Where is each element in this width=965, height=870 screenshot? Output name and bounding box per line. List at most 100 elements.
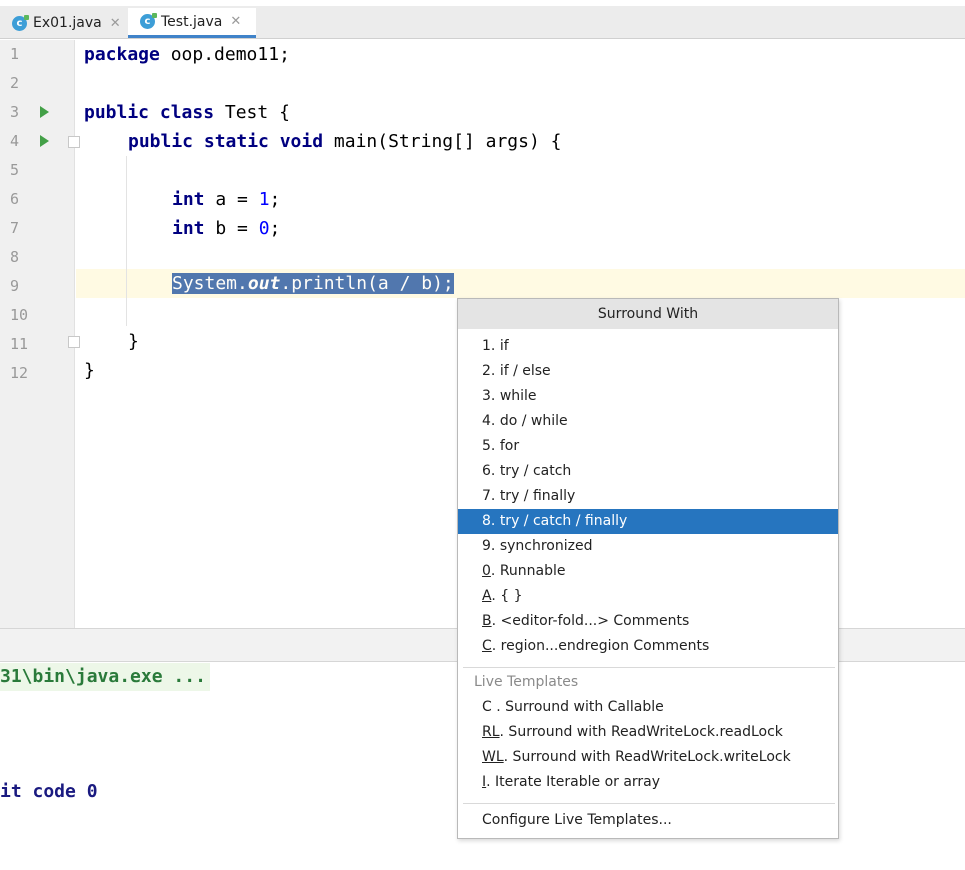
code-text: .println(a / b); [280, 273, 454, 294]
item-key: C [482, 699, 492, 715]
item-label: . Surround with Callable [491, 699, 664, 715]
code-line-7: int b = 0; [172, 214, 280, 243]
code-text: b = [204, 218, 259, 239]
popup-item-if-else[interactable]: 2. if / else [458, 359, 838, 384]
popup-item-callable[interactable]: C . Surround with Callable [458, 695, 838, 720]
keyword: package [84, 44, 160, 65]
java-class-icon: c [12, 14, 29, 31]
surround-with-popup: Surround With 1. if 2. if / else 3. whil… [457, 298, 839, 839]
item-key: 9 [482, 538, 491, 554]
item-key: 0 [482, 563, 491, 579]
tab-label: Test.java [161, 13, 223, 30]
item-label: . <editor-fold...> Comments [491, 613, 690, 629]
item-label: . region...endregion Comments [491, 638, 710, 654]
line-number: 10 [10, 306, 29, 324]
tab-test[interactable]: c Test.java ✕ [128, 8, 256, 38]
number-literal: 0 [258, 218, 270, 239]
item-key: 6 [482, 463, 491, 479]
keyword: int [172, 189, 205, 210]
popup-separator [463, 803, 835, 804]
fold-icon[interactable] [68, 136, 80, 148]
tab-label: Ex01.java [33, 15, 102, 31]
item-key: 7 [482, 488, 491, 504]
indent-guide [126, 156, 127, 326]
line-number: 12 [10, 364, 29, 382]
item-label: . Surround with ReadWriteLock.readLock [499, 724, 783, 740]
item-key: 2 [482, 363, 491, 379]
popup-item-readlock[interactable]: RL. Surround with ReadWriteLock.readLock [458, 720, 838, 745]
popup-item-synchronized[interactable]: 9. synchronized [458, 534, 838, 559]
popup-item-region[interactable]: C. region...endregion Comments [458, 634, 838, 659]
popup-item-try-finally[interactable]: 7. try / finally [458, 484, 838, 509]
line-number: 2 [10, 74, 20, 92]
code-text: System. [172, 273, 248, 294]
fold-icon[interactable] [68, 336, 80, 348]
configure-live-templates[interactable]: Configure Live Templates... [458, 808, 838, 833]
item-key: A [482, 588, 492, 604]
popup-item-writelock[interactable]: WL. Surround with ReadWriteLock.writeLoc… [458, 745, 838, 770]
editor-tab-bar: c Ex01.java ✕ c Test.java ✕ [0, 6, 965, 39]
item-key: 4 [482, 413, 491, 429]
keyword: public class [84, 102, 215, 123]
close-icon[interactable]: ✕ [110, 16, 121, 31]
line-number: 5 [10, 161, 20, 179]
popup-item-runnable[interactable]: 0. Runnable [458, 559, 838, 584]
close-icon[interactable]: ✕ [230, 14, 241, 29]
item-label: . do / while [490, 413, 568, 429]
code-text: main(String[] args) { [323, 131, 562, 152]
code-line-3: public class Test { [84, 98, 290, 127]
item-label: . if / else [490, 363, 551, 379]
item-label: . Runnable [490, 563, 566, 579]
popup-item-braces[interactable]: A. { } [458, 584, 838, 609]
popup-item-try-catch[interactable]: 6. try / catch [458, 459, 838, 484]
code-line-1: package oop.demo11; [84, 40, 290, 69]
line-number: 9 [10, 277, 20, 295]
popup-title: Surround With [458, 299, 838, 329]
static-field: out [247, 273, 281, 294]
popup-item-for[interactable]: 5. for [458, 434, 838, 459]
code-text: ; [269, 189, 281, 210]
keyword: int [172, 218, 205, 239]
item-key: 3 [482, 388, 491, 404]
popup-item-if[interactable]: 1. if [458, 334, 838, 359]
item-key: 8 [482, 513, 491, 529]
item-key: RL [482, 724, 500, 740]
popup-item-editor-fold[interactable]: B. <editor-fold...> Comments [458, 609, 838, 634]
item-label: . for [490, 438, 520, 454]
item-label: . try / catch / finally [490, 513, 628, 529]
item-key: C [482, 638, 492, 654]
code-line-4: public static void main(String[] args) { [128, 127, 562, 156]
popup-separator [463, 667, 835, 668]
tab-ex01[interactable]: c Ex01.java ✕ [0, 8, 126, 38]
item-label: . Iterate Iterable or array [486, 774, 661, 790]
item-label: . Surround with ReadWriteLock.writeLock [503, 749, 791, 765]
line-number: 11 [10, 335, 29, 353]
line-number: 7 [10, 219, 20, 237]
code-text: ; [269, 218, 281, 239]
code-line-6: int a = 1; [172, 185, 280, 214]
live-templates-header: Live Templates [474, 674, 579, 690]
popup-item-try-catch-finally[interactable]: 8. try / catch / finally [458, 509, 838, 534]
code-text: oop.demo11; [159, 44, 290, 65]
item-label: . if [490, 338, 509, 354]
console-command-line: 31\bin\java.exe ... [0, 663, 210, 691]
popup-item-while[interactable]: 3. while [458, 384, 838, 409]
popup-item-do-while[interactable]: 4. do / while [458, 409, 838, 434]
item-key: 1 [482, 338, 491, 354]
item-label: . try / catch [490, 463, 572, 479]
item-key: 5 [482, 438, 491, 454]
item-label: . try / finally [490, 488, 576, 504]
run-main-icon[interactable] [40, 135, 49, 147]
java-class-icon: c [140, 13, 157, 29]
item-key: B [482, 613, 492, 629]
line-number: 1 [10, 45, 20, 63]
keyword: public static void [128, 131, 324, 152]
line-number: 3 [10, 103, 20, 121]
code-line-12: } [84, 360, 95, 381]
line-number: 6 [10, 190, 20, 208]
run-class-icon[interactable] [40, 106, 49, 118]
item-key: WL [482, 749, 504, 765]
popup-item-iterate[interactable]: I. Iterate Iterable or array [458, 770, 838, 795]
number-literal: 1 [258, 189, 270, 210]
selected-text: System.out.println(a / b); [172, 273, 454, 294]
